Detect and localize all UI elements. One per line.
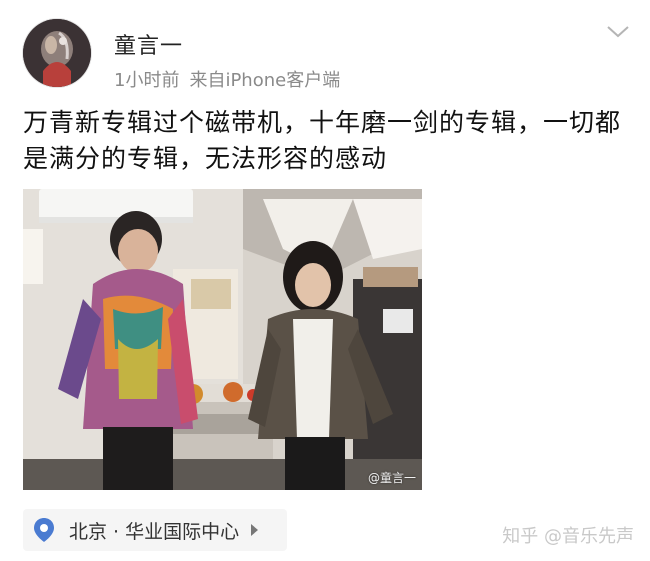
post-body: 万青新专辑过个磁带机，十年磨一剑的专辑，一切都是满分的专辑，无法形容的感动 [23, 108, 622, 173]
studio-photo [23, 189, 422, 490]
post-meta: 1小时前 来自iPhone客户端 [114, 66, 340, 92]
location-label: 北京 · 华业国际中心 [69, 520, 240, 543]
location-tag[interactable]: 北京 · 华业国际中心 [23, 509, 287, 551]
post-photo[interactable]: @童言一 [23, 189, 422, 490]
source-watermark: 知乎 @音乐先声 [502, 526, 634, 547]
location-pin-icon [34, 518, 54, 542]
chevron-right-icon [251, 524, 259, 536]
avatar[interactable] [23, 19, 91, 87]
post-source: 来自iPhone客户端 [189, 70, 341, 91]
photo-watermark: @童言一 [367, 471, 416, 485]
author-name[interactable]: 童言一 [114, 28, 183, 60]
chevron-down-icon[interactable] [606, 24, 630, 40]
avatar-image [23, 19, 91, 87]
post-time: 1小时前 [114, 70, 180, 91]
